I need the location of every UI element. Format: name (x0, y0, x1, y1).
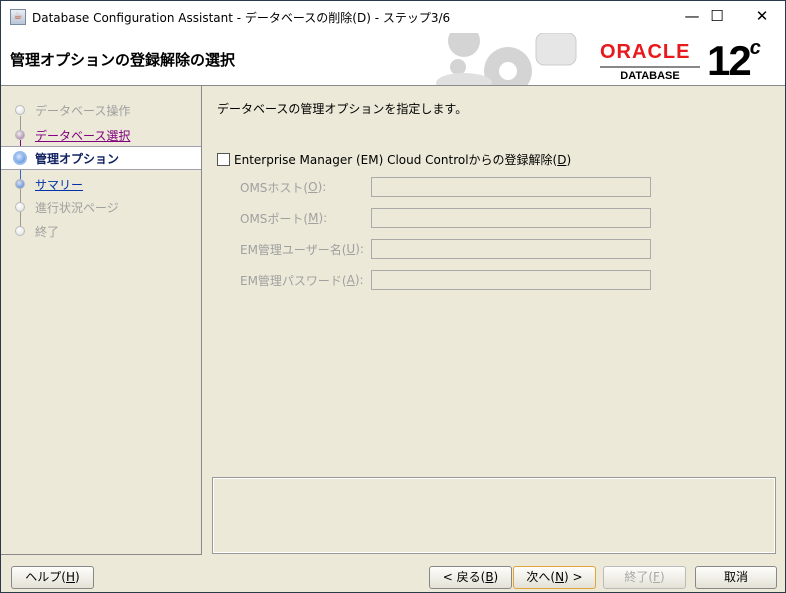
mnemonic: O (308, 180, 318, 194)
page-title: 管理オプションの登録解除の選択 (10, 51, 236, 69)
em-admin-password-row: EM管理パスワード(A): (240, 270, 660, 290)
step-label: 進行状況ページ (35, 200, 119, 215)
step-indicator-icon (15, 226, 25, 236)
label: ヘルプ( (25, 570, 66, 584)
field-label: EM管理ユーザー名( (240, 242, 347, 257)
oracle-logo: ORACLE DATABASE (600, 41, 700, 82)
em-deregister-checkbox[interactable]: Enterprise Manager (EM) Cloud Controlからの… (217, 151, 571, 168)
mnemonic: M (308, 211, 319, 225)
mnemonic: F (653, 570, 660, 584)
oms-host-row: OMSホスト(O): (240, 177, 660, 197)
step-indicator-icon (15, 130, 25, 140)
label-end: ) > (564, 570, 583, 584)
mnemonic: B (485, 570, 494, 584)
step-indicator-icon (15, 105, 25, 115)
logo-version: 12 (707, 37, 752, 84)
mnemonic: U (346, 242, 356, 256)
mnemonic: A (346, 273, 355, 287)
header-banner: 管理オプションの登録解除の選択 ORACLE DATABASE 12c (1, 33, 785, 86)
em-admin-password-input[interactable] (371, 270, 651, 290)
step-label: 終了 (35, 224, 60, 239)
label: 次へ( (526, 570, 556, 584)
field-label: EM管理パスワード( (240, 273, 347, 288)
back-button[interactable]: < 戻る(B) (429, 566, 512, 589)
field-label-end: ): (317, 180, 327, 194)
em-admin-user-input[interactable] (371, 239, 651, 259)
step-finish: 終了 (1, 219, 201, 243)
label-end: ) (75, 570, 80, 584)
java-app-icon: ☕ (10, 9, 26, 25)
step-indicator-icon (13, 151, 27, 165)
content-panel: データベースの管理オプションを指定します。 Enterprise Manager… (203, 86, 785, 555)
label-end: ) (493, 570, 499, 584)
help-button[interactable]: ヘルプ(H) (11, 566, 94, 589)
cancel-button[interactable]: 取消 (695, 566, 777, 589)
em-admin-user-row: EM管理ユーザー名(U): (240, 239, 660, 259)
maximize-button[interactable]: ☐ (694, 1, 740, 33)
label: 終了( (624, 570, 654, 584)
oms-host-input[interactable] (371, 177, 651, 197)
next-button[interactable]: 次へ(N) > (513, 566, 596, 589)
oms-port-input[interactable] (371, 208, 651, 228)
step-label[interactable]: データベース選択 (35, 127, 130, 144)
step-progress: 進行状況ページ (1, 195, 201, 219)
step-label[interactable]: サマリー (35, 176, 83, 193)
title-bar: ☕ Database Configuration Assistant - データ… (1, 1, 785, 33)
step-database-operation: データベース操作 (1, 98, 201, 122)
field-label-end: ): (355, 242, 364, 256)
gears-decoration-icon (436, 33, 577, 85)
mnemonic: D (557, 152, 567, 167)
oms-port-row: OMSポート(M): (240, 208, 660, 228)
mnemonic: N (555, 570, 565, 584)
logo-brand: ORACLE (600, 41, 691, 63)
step-database-selection[interactable]: データベース選択 (1, 123, 201, 147)
step-indicator-icon (15, 179, 25, 189)
field-label-end: ): (354, 273, 364, 287)
step-indicator-icon (15, 202, 25, 212)
logo-version-suffix: c (749, 37, 761, 59)
version-logo: 12c (707, 37, 761, 85)
mnemonic: H (65, 570, 76, 584)
step-summary[interactable]: サマリー (1, 172, 201, 196)
checkbox-label: Enterprise Manager (EM) Cloud Controlからの… (234, 153, 558, 167)
field-label: OMSホスト( (240, 180, 309, 195)
logo-product: DATABASE (620, 70, 680, 82)
finish-button[interactable]: 終了(F) (603, 566, 686, 589)
message-area (212, 477, 776, 554)
label: < 戻る( (442, 570, 486, 584)
checkbox-label-end: ) (566, 152, 572, 167)
step-label: データベース操作 (35, 103, 131, 118)
label-end: ) (659, 570, 665, 584)
description-text: データベースの管理オプションを指定します。 (217, 102, 468, 116)
field-label-end: ): (318, 211, 328, 225)
step-management-options: 管理オプション (1, 146, 201, 170)
field-label: OMSポート( (240, 211, 309, 226)
steps-panel: データベース操作 データベース選択 管理オプション サマリー 進行状況ページ 終… (1, 86, 202, 555)
checkbox-box[interactable] (217, 153, 230, 166)
dbca-window: ☕ Database Configuration Assistant - データ… (0, 0, 786, 593)
window-title: Database Configuration Assistant - データベー… (32, 10, 451, 25)
step-label: 管理オプション (35, 151, 120, 166)
close-button[interactable]: ✕ (739, 1, 785, 33)
